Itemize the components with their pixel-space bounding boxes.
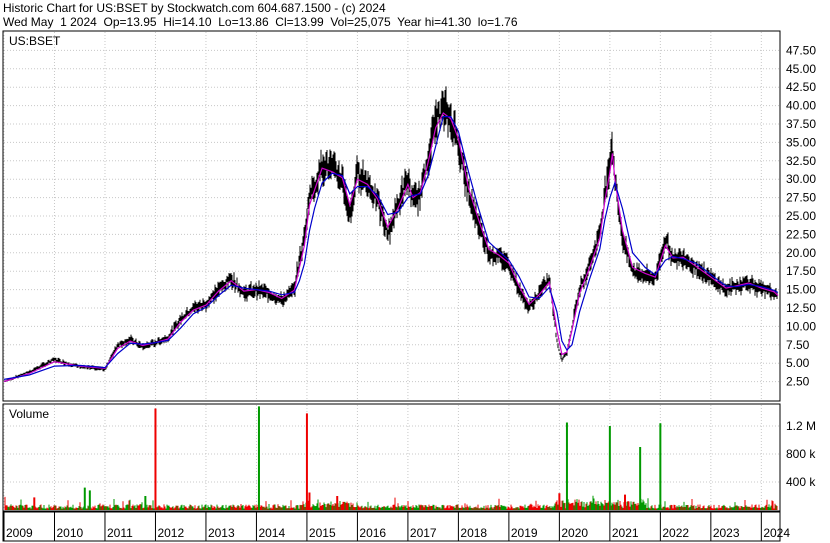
price-tick-label: 47.50: [786, 43, 816, 57]
x-tick-label: 2016: [359, 526, 386, 540]
price-tick-label: 27.50: [786, 191, 816, 205]
x-tick-label: 2019: [511, 526, 538, 540]
symbol-label: US:BSET: [9, 34, 61, 48]
volume-axis: 400 k 800 k 1.2 M: [786, 419, 816, 489]
x-tick-label: 2014: [258, 526, 285, 540]
price-tick-label: 20.00: [786, 246, 816, 260]
x-tick-label: 2024: [763, 526, 790, 540]
x-tick-label: 2015: [309, 526, 336, 540]
volume-tick-label: 400 k: [786, 475, 816, 489]
price-tick-label: 15.00: [786, 283, 816, 297]
price-tick-label: 5.00: [786, 356, 810, 370]
price-tick-label: 12.50: [786, 301, 816, 315]
price-tick-label: 7.50: [786, 338, 810, 352]
price-tick-label: 30.00: [786, 172, 816, 186]
volume-tick-label: 800 k: [786, 447, 816, 461]
x-tick-label: 2022: [662, 526, 689, 540]
x-tick-label: 2011: [107, 526, 133, 540]
price-tick-label: 40.00: [786, 99, 816, 113]
volume-label: Volume: [9, 407, 49, 421]
price-tick-label: 32.50: [786, 154, 816, 168]
price-tick-label: 42.50: [786, 80, 816, 94]
x-tick-label: 2018: [460, 526, 487, 540]
price-tick-label: 22.50: [786, 227, 816, 241]
x-tick-label: 2013: [208, 526, 235, 540]
price-tick-label: 2.50: [786, 375, 810, 389]
x-tick-label: 2020: [561, 526, 588, 540]
price-tick-label: 25.00: [786, 209, 816, 223]
x-tick-label: 2010: [56, 526, 83, 540]
x-tick-label: 2012: [157, 526, 184, 540]
price-tick-label: 35.00: [786, 135, 816, 149]
price-axis: 2.50 5.00 7.50 10.00 12.50 15.00 17.50 20.00 22.…: [786, 43, 816, 388]
price-tick-label: 10.00: [786, 319, 816, 333]
x-tick-label: 2017: [410, 526, 437, 540]
x-tick-label: 2009: [6, 526, 33, 540]
x-tick-label: 2021: [612, 526, 639, 540]
price-tick-label: 45.00: [786, 62, 816, 76]
historic-chart: US:BSET 2.50 5.00 7.50 10.00 12.50 15.00 17.50…: [2, 30, 816, 542]
x-tick-label: 2023: [713, 526, 740, 540]
volume-panel: [2, 403, 781, 512]
price-tick-label: 17.50: [786, 264, 816, 278]
price-tick-label: 37.50: [786, 117, 816, 131]
volume-tick-label: 1.2 M: [786, 419, 816, 433]
